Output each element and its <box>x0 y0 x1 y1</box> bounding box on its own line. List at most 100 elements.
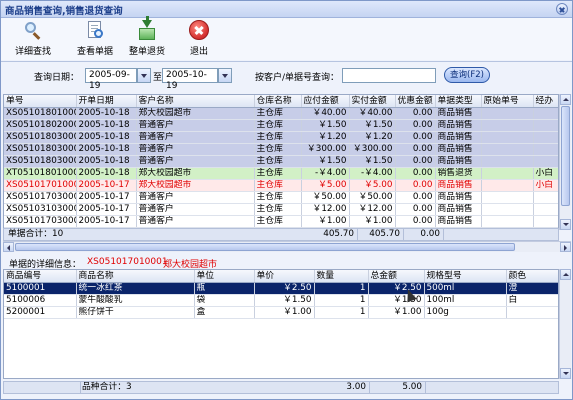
order-row[interactable]: XS0510170300022005-10-17普通客户主仓库￥1.00￥1.0… <box>4 215 558 228</box>
orders-count: 单据合计：10 <box>8 229 64 239</box>
table-cell: XS051017010001 <box>4 179 77 192</box>
date-from-field[interactable]: 2005-09-19 <box>85 68 137 91</box>
table-cell: 白 <box>506 294 558 307</box>
view-bill-button[interactable]: 查看单据 <box>73 20 117 60</box>
orders-payable-total: 405.70 <box>310 229 358 240</box>
column-header[interactable]: 单据类型 <box>435 95 482 108</box>
order-row[interactable]: XS0510170300012005-10-17普通客户主仓库￥50.00￥50… <box>4 191 558 204</box>
table-cell: ￥50.00 <box>301 191 350 204</box>
table-cell: 500ml <box>424 282 507 295</box>
table-cell: ￥1.50 <box>301 119 350 132</box>
table-cell: 熊仔饼干 <box>76 306 195 319</box>
scroll-down-arrow-icon[interactable] <box>560 219 571 230</box>
column-header[interactable]: 商品编号 <box>4 270 77 283</box>
table-cell <box>481 131 534 144</box>
table-cell: 0.00 <box>395 167 436 180</box>
table-cell: 盒 <box>194 306 255 319</box>
table-cell: 袋 <box>194 294 255 307</box>
scroll-thumb[interactable] <box>561 106 570 206</box>
table-cell: 普通客户 <box>136 191 255 204</box>
table-cell: 0.00 <box>395 143 436 156</box>
table-cell: 普通客户 <box>136 143 255 156</box>
column-header[interactable]: 经办 <box>533 95 558 108</box>
calendar-dropdown-icon[interactable] <box>218 68 232 83</box>
calendar-dropdown-icon[interactable] <box>137 68 151 83</box>
table-cell: 0.00 <box>395 191 436 204</box>
table-cell: 2005-10-18 <box>76 131 137 144</box>
table-cell: 商品销售 <box>435 191 482 204</box>
detail-row[interactable]: 5100006 蒙牛酸酸乳袋 ￥1.50 1 ￥1.50 100ml 白 <box>4 294 558 307</box>
table-cell: XS051018020001 <box>4 119 77 132</box>
table-cell: 主仓库 <box>254 143 302 156</box>
detail-row[interactable]: 5200001 熊仔饼干盒 ￥1.00 1 ￥1.00 100g <box>4 306 558 319</box>
table-cell: ￥12.00 <box>349 203 396 216</box>
column-header[interactable]: 开单日期 <box>76 95 137 108</box>
query-button[interactable]: 查询(F2) <box>444 67 490 83</box>
detail-search-button[interactable]: 详细查找 <box>11 20 55 60</box>
table-cell: 0.00 <box>395 203 436 216</box>
order-row[interactable]: XS0510180100012005-10-18郑大校园超市主仓库￥40.00￥… <box>4 107 558 120</box>
column-header[interactable]: 实付金额 <box>349 95 396 108</box>
table-cell: ￥1.20 <box>349 131 396 144</box>
detail-search-label: 详细查找 <box>14 47 51 57</box>
table-cell: 0.00 <box>395 107 436 120</box>
column-header[interactable]: 单价 <box>254 270 315 283</box>
column-header[interactable]: 原始单号 <box>481 95 534 108</box>
table-cell <box>481 179 534 192</box>
table-cell: 澄 <box>506 282 558 295</box>
table-cell: -￥4.00 <box>349 167 396 180</box>
orders-vertical-scrollbar[interactable] <box>559 94 571 230</box>
column-header[interactable]: 颜色 <box>506 270 558 283</box>
scroll-down-arrow-icon[interactable] <box>560 368 571 379</box>
table-cell: 统一冰红茶 <box>76 282 195 295</box>
exit-button[interactable]: 退出 <box>181 20 217 60</box>
orders-paid-total: 405.70 <box>358 229 404 240</box>
table-cell <box>481 203 534 216</box>
order-row[interactable]: XS0510180300042005-10-18普通客户主仓库￥1.50￥1.5… <box>4 155 558 168</box>
table-cell <box>481 119 534 132</box>
table-cell: 2005-10-17 <box>76 215 137 228</box>
table-cell <box>533 107 558 120</box>
order-row[interactable]: XS0510180300022005-10-18普通客户主仓库￥1.20￥1.2… <box>4 131 558 144</box>
close-icon[interactable] <box>556 3 568 15</box>
table-cell: 2005-10-18 <box>76 119 137 132</box>
full-return-button[interactable]: 整单退货 <box>125 16 169 60</box>
detail-vertical-scrollbar[interactable] <box>559 269 571 379</box>
table-cell: ￥5.00 <box>349 179 396 192</box>
column-header[interactable]: 数量 <box>314 270 369 283</box>
table-cell: XS051018030004 <box>4 155 77 168</box>
column-header[interactable]: 单号 <box>4 95 77 108</box>
table-cell: 普通客户 <box>136 215 255 228</box>
scroll-left-arrow-icon[interactable] <box>3 242 14 252</box>
table-cell: ￥5.00 <box>301 179 350 192</box>
date-to-field[interactable]: 2005-10-19 <box>162 68 218 91</box>
order-row[interactable]: XS0510170100012005-10-17郑大校园超市主仓库￥5.00￥5… <box>4 179 558 192</box>
order-row[interactable]: XS0510180200012005-10-18普通客户主仓库￥1.50￥1.5… <box>4 119 558 132</box>
order-row[interactable]: XS0510310300012005-10-17普通客户主仓库￥12.00￥12… <box>4 203 558 216</box>
column-header[interactable]: 单位 <box>194 270 255 283</box>
detail-row[interactable]: 5100001 统一冰红茶瓶 ￥2.50 1 ￥2.50 500ml 澄 <box>4 282 558 295</box>
table-cell: XS051018010001 <box>4 107 77 120</box>
order-row[interactable]: XT0510180100012005-10-18郑大校园超市主仓库-￥4.00-… <box>4 167 558 180</box>
table-cell: 2005-10-17 <box>76 191 137 204</box>
column-header[interactable]: 商品名称 <box>76 270 195 283</box>
table-cell: ￥2.50 <box>368 282 425 295</box>
scroll-thumb[interactable] <box>15 243 515 251</box>
customer-bill-search-input[interactable] <box>342 68 436 83</box>
column-header[interactable]: 仓库名称 <box>254 95 302 108</box>
orders-horizontal-scrollbar[interactable] <box>3 241 571 252</box>
column-header[interactable]: 规格型号 <box>424 270 507 283</box>
table-cell: 商品销售 <box>435 155 482 168</box>
column-header[interactable]: 应付金额 <box>301 95 350 108</box>
column-header[interactable]: 总金额 <box>368 270 425 283</box>
scroll-up-arrow-icon[interactable] <box>560 94 571 105</box>
column-header[interactable]: 客户名称 <box>136 95 255 108</box>
scroll-up-arrow-icon[interactable] <box>560 269 571 280</box>
scroll-right-arrow-icon[interactable] <box>560 242 571 252</box>
table-cell: 0.00 <box>395 155 436 168</box>
order-row[interactable]: XS0510180300032005-10-18普通客户主仓库￥300.00￥3… <box>4 143 558 156</box>
table-cell: 1 <box>314 306 369 319</box>
column-header[interactable]: 优惠金额 <box>395 95 436 108</box>
table-cell: 商品销售 <box>435 119 482 132</box>
table-cell: ￥1.00 <box>254 306 315 319</box>
